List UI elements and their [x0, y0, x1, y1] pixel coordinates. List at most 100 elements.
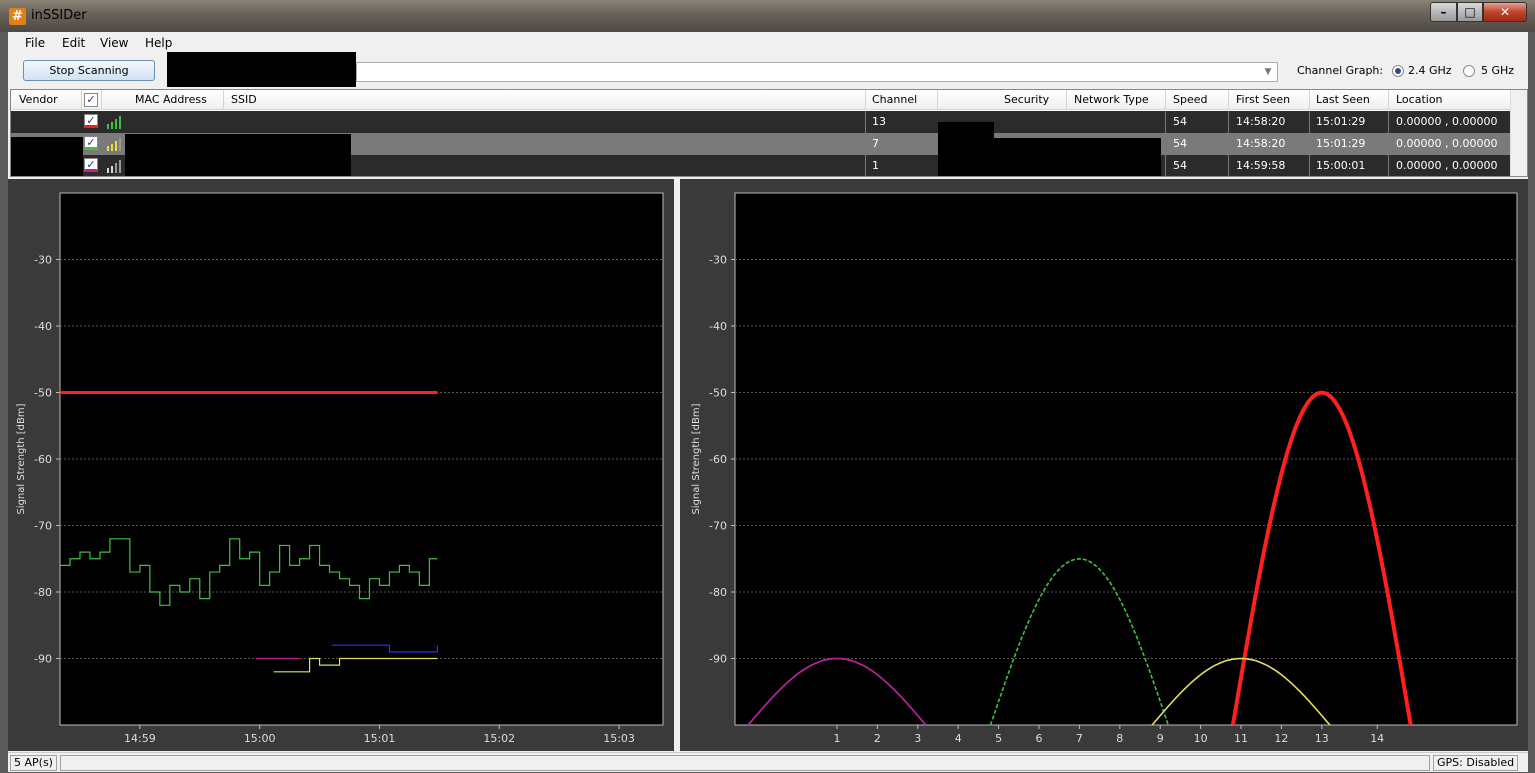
column-first-seen[interactable]: First Seen — [1236, 93, 1290, 106]
time-xtick-label: 15:02 — [483, 732, 515, 745]
row-checkbox[interactable]: ✓ — [84, 136, 98, 150]
column-security[interactable]: Security — [1004, 93, 1049, 106]
status-message — [60, 755, 1430, 771]
time-graph-panel: -30 -40 -50 -60 -70 -80 -90 14:59 15:00 15:01 15:0… — [8, 179, 674, 751]
row-location: 0.00000 , 0.00000 — [1396, 115, 1498, 128]
channel-xtick-label: 5 — [995, 732, 1002, 745]
column-vendor[interactable]: Vendor — [19, 93, 58, 106]
chevron-down-icon[interactable]: ▼ — [1261, 65, 1275, 79]
row-speed: 54 — [1173, 159, 1187, 172]
channel-graph-label: Channel Graph: — [1297, 64, 1384, 77]
channel-xtick-label: 12 — [1274, 732, 1288, 745]
channel-graph-panel: -30 -40 -50 -60 -70 -80 -90 1 2 3 4 5 6 7 8 9 10 11 12 13 14… — [680, 179, 1528, 751]
channel-xtick-label: 1 — [834, 732, 841, 745]
column-location[interactable]: Location — [1396, 93, 1443, 106]
row-checkbox[interactable]: ✓ — [84, 158, 98, 172]
time-ytick-label: -40 — [34, 320, 52, 333]
time-xtick-label: 15:01 — [364, 732, 396, 745]
select-all-checkbox[interactable]: ✓ — [84, 93, 98, 107]
column-ssid[interactable]: SSID — [231, 93, 257, 106]
app-icon: # — [9, 8, 26, 25]
ap-count-status: 5 AP(s) — [10, 755, 57, 771]
time-ytick-label: -80 — [34, 586, 52, 599]
channel-ytick-label: -80 — [709, 586, 727, 599]
channel-xtick-label: 9 — [1157, 732, 1164, 745]
channel-ytick-label: -40 — [709, 320, 727, 333]
minimize-button[interactable]: – — [1430, 2, 1457, 22]
row-channel: 1 — [872, 159, 879, 172]
channel-xtick-label: 11 — [1234, 732, 1248, 745]
time-ytick-label: -30 — [34, 254, 52, 267]
access-point-table: Vendor ✓ MAC Address SSID Channel Securi… — [10, 89, 1528, 177]
menu-help[interactable]: Help — [145, 36, 172, 50]
channel-ylabel: Signal Strength [dBm] — [691, 403, 702, 514]
time-graph: -30 -40 -50 -60 -70 -80 -90 14:59 15:00 15:01 15:0… — [16, 192, 664, 745]
table-row[interactable]: ✓ 13 54 14:58:20 15:01:29 0.00000 , 0.00… — [11, 111, 1511, 133]
row-location: 0.00000 , 0.00000 — [1396, 137, 1498, 150]
redacted-block — [11, 137, 83, 176]
column-channel[interactable]: Channel — [872, 93, 917, 106]
band-2-4ghz-radio[interactable] — [1392, 65, 1404, 77]
menu-view[interactable]: View — [100, 36, 128, 50]
row-last-seen: 15:01:29 — [1316, 115, 1366, 128]
redacted-block — [985, 138, 1161, 176]
band-2-4ghz-label: 2.4 GHz — [1408, 64, 1452, 77]
row-speed: 54 — [1173, 115, 1187, 128]
signal-bars-icon — [107, 160, 121, 173]
band-5ghz-radio[interactable] — [1463, 65, 1475, 77]
main-window: File Edit View Help Stop Scanning ▼ Chan… — [8, 32, 1528, 772]
row-last-seen: 15:01:29 — [1316, 137, 1366, 150]
column-speed[interactable]: Speed — [1173, 93, 1207, 106]
time-ytick-label: -60 — [34, 453, 52, 466]
window-title: inSSIDer — [31, 8, 87, 23]
row-checkbox[interactable]: ✓ — [84, 114, 98, 128]
column-mac-address[interactable]: MAC Address — [135, 93, 207, 106]
channel-xtick-label: 2 — [874, 732, 881, 745]
band-5ghz-label: 5 GHz — [1481, 64, 1515, 77]
time-ytick-label: -50 — [34, 387, 52, 400]
row-channel: 7 — [872, 137, 879, 150]
channel-graph: -30-40-50-60-70-80-901 2 3 4 5 6 7 8 9 10 11 12 13 14… — [691, 192, 1518, 745]
graphs-area: -30 -40 -50 -60 -70 -80 -90 14:59 15:00 15:01 15:0… — [8, 179, 1528, 751]
channel-xtick-label: 4 — [955, 732, 962, 745]
time-ytick-label: -90 — [34, 653, 52, 666]
title-bar: # inSSIDer – □ ✕ — [0, 0, 1535, 32]
time-ytick-label: -70 — [34, 520, 52, 533]
table-header: Vendor ✓ MAC Address SSID Channel Securi… — [11, 90, 1511, 110]
close-button[interactable]: ✕ — [1483, 2, 1527, 22]
channel-xtick-label: 8 — [1116, 732, 1123, 745]
column-last-seen[interactable]: Last Seen — [1316, 93, 1370, 106]
menu-bar: File Edit View Help — [8, 32, 1528, 54]
maximize-button[interactable]: □ — [1457, 2, 1483, 22]
status-bar: 5 AP(s) GPS: Disabled — [8, 752, 1528, 772]
row-last-seen: 15:00:01 — [1316, 159, 1366, 172]
channel-ytick-label: -70 — [709, 520, 727, 533]
column-network-type[interactable]: Network Type — [1074, 93, 1149, 106]
redacted-block — [125, 134, 351, 176]
row-first-seen: 14:59:58 — [1236, 159, 1286, 172]
stop-scanning-button[interactable]: Stop Scanning — [23, 60, 155, 81]
channel-xtick-label: 13 — [1315, 732, 1329, 745]
signal-bars-icon — [107, 116, 121, 129]
row-channel: 13 — [872, 115, 886, 128]
channel-xtick-label: 10 — [1194, 732, 1208, 745]
menu-edit[interactable]: Edit — [62, 36, 85, 50]
row-first-seen: 14:58:20 — [1236, 137, 1286, 150]
row-first-seen: 14:58:20 — [1236, 115, 1286, 128]
network-adapter-select[interactable]: ▼ — [356, 62, 1278, 82]
channel-xtick-label: 7 — [1076, 732, 1083, 745]
table-scrollbar[interactable] — [1510, 90, 1527, 176]
channel-ytick-label: -90 — [709, 653, 727, 666]
menu-file[interactable]: File — [25, 36, 45, 50]
channel-xtick-label: 6 — [1036, 732, 1043, 745]
time-ylabel: Signal Strength [dBm] — [16, 403, 27, 514]
time-xtick-label: 14:59 — [124, 732, 156, 745]
row-speed: 54 — [1173, 137, 1187, 150]
channel-ytick-label: -30 — [709, 254, 727, 267]
time-xtick-label: 15:00 — [244, 732, 276, 745]
signal-bars-icon — [107, 138, 121, 151]
gps-status: GPS: Disabled — [1433, 755, 1519, 771]
channel-ytick-label: -60 — [709, 453, 727, 466]
channel-xtick-label: 14 — [1370, 732, 1384, 745]
channel-xtick-label: 3 — [914, 732, 921, 745]
